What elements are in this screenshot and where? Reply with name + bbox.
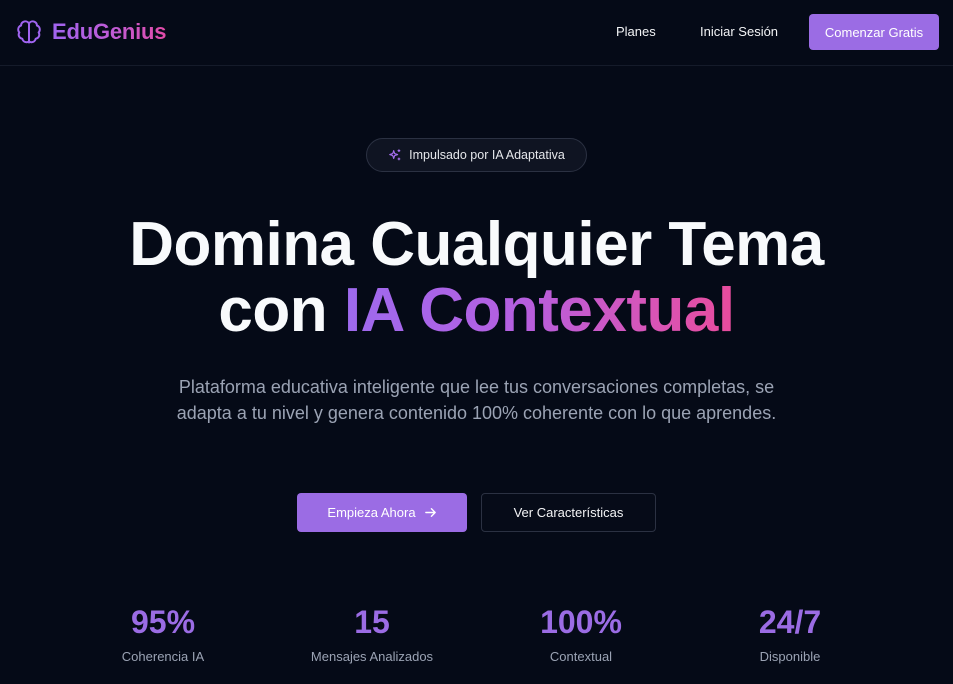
landing-page: EduGenius Planes Iniciar Sesión Comenzar…: [0, 0, 953, 684]
stat-messages: 15 Mensajes Analizados: [272, 603, 472, 664]
stat-label: Mensajes Analizados: [310, 649, 434, 664]
stat-label: Coherencia IA: [121, 649, 205, 664]
sparkles-icon: [389, 149, 401, 161]
stat-label: Contextual: [549, 649, 613, 664]
hero-headline: Domina Cualquier Tema con IA Contextual: [0, 212, 953, 344]
headline-highlight: IA Contextual: [343, 276, 735, 345]
headline-line-1: Domina Cualquier Tema: [129, 210, 824, 279]
brain-icon: [17, 20, 41, 44]
view-features-button[interactable]: Ver Características: [481, 493, 656, 532]
ai-badge: Impulsado por IA Adaptativa: [366, 138, 587, 172]
stat-value: 100%: [540, 604, 622, 640]
stat-coherence: 95% Coherencia IA: [63, 603, 263, 664]
headline-line-2: con IA Contextual: [0, 278, 953, 344]
stat-value: 15: [354, 604, 390, 640]
stat-value: 95%: [130, 604, 196, 640]
hero-subtitle: Plataforma educativa inteligente que lee…: [176, 377, 777, 423]
start-now-button[interactable]: Empieza Ahora: [297, 493, 467, 532]
nav-link-login[interactable]: Iniciar Sesión: [700, 24, 778, 39]
stat-availability: 24/7 Disponible: [690, 603, 890, 664]
brand-logo[interactable]: EduGenius: [15, 18, 167, 46]
arrow-right-icon: [424, 508, 436, 517]
stat-value: 24/7: [758, 604, 822, 640]
top-navbar: EduGenius Planes Iniciar Sesión Comenzar…: [0, 0, 953, 66]
brand-name: EduGenius: [52, 19, 167, 44]
start-free-button[interactable]: Comenzar Gratis: [809, 14, 939, 50]
headline-prefix: con: [218, 276, 344, 345]
stat-label: Disponible: [759, 649, 821, 664]
stat-contextual: 100% Contextual: [481, 603, 681, 664]
start-now-label: Empieza Ahora: [327, 505, 416, 520]
nav-link-plans[interactable]: Planes: [616, 24, 656, 39]
badge-text: Impulsado por IA Adaptativa: [409, 148, 565, 162]
